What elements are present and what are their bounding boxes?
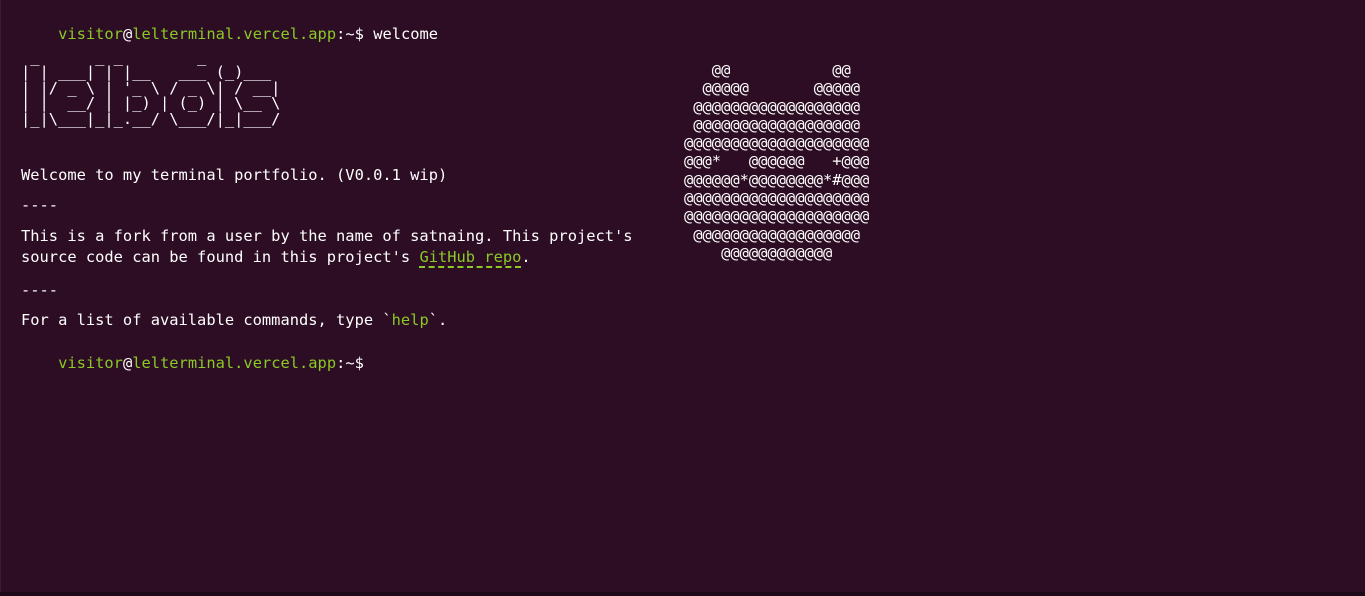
- help-suffix: `.: [428, 311, 448, 329]
- prompt-at: @: [122, 354, 133, 372]
- prompt-path: :~$: [336, 25, 364, 43]
- fork-line-2-prefix: source code can be found in this project…: [21, 248, 420, 266]
- prompt-user: visitor: [58, 25, 123, 43]
- prompt-host: lelterminal.vercel.app: [132, 25, 337, 43]
- help-command: help: [391, 311, 429, 329]
- help-hint: For a list of available commands, type `…: [21, 310, 447, 330]
- terminal-window[interactable]: visitor@lelterminal.vercel.app:~$ welcom…: [0, 0, 1365, 592]
- prompt-at: @: [122, 25, 133, 43]
- prompt-host: lelterminal.vercel.app: [132, 354, 337, 372]
- prompt-user: visitor: [58, 354, 123, 372]
- github-repo-link[interactable]: GitHub repo: [419, 248, 522, 268]
- fork-line-2: source code can be found in this project…: [21, 247, 531, 268]
- ascii-face-art: @@ @@ @@@@@ @@@@@ @@@@@@@@@@@@@@@@@@ @@@…: [684, 61, 870, 262]
- fork-line-2-suffix: .: [521, 248, 531, 266]
- prompt-path: :~$: [336, 354, 364, 372]
- bottom-bar: [0, 592, 1365, 596]
- help-prefix: For a list of available commands, type `: [21, 311, 392, 329]
- active-prompt-line[interactable]: visitor@lelterminal.vercel.app:~$: [21, 333, 364, 393]
- divider-2: ----: [21, 281, 59, 299]
- welcome-intro: Welcome to my terminal portfolio. (V0.0.…: [21, 166, 448, 184]
- divider-1: ----: [21, 196, 59, 214]
- fork-line-1: This is a fork from a user by the name o…: [21, 227, 633, 245]
- ascii-logo: _ _ _ _ | | ___| | |__ ___ (_)___ | |/ _…: [21, 48, 281, 128]
- history-command: welcome: [373, 25, 439, 43]
